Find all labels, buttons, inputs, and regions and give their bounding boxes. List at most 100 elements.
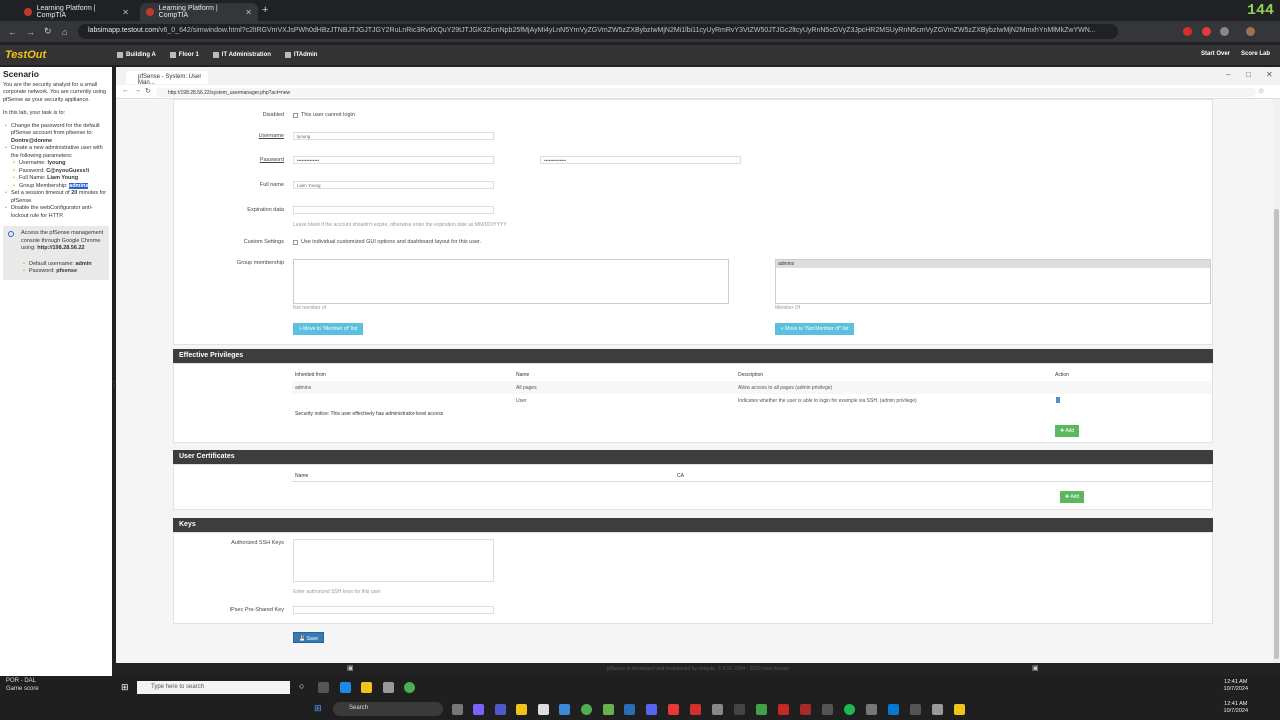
discord-icon[interactable] [646,704,657,715]
toolbar-computer[interactable]: ITAdmin [284,52,317,58]
custom-settings-checkbox[interactable] [293,240,298,245]
browser-tab-active[interactable]: Learning Platform | CompTIA ✕ [140,3,258,21]
password-input[interactable]: •••••••••••••• [293,156,494,164]
scrollbar-thumb[interactable] [1274,209,1279,659]
close-window-icon[interactable]: ✕ [1266,70,1273,79]
app-icon[interactable] [603,704,614,715]
ipsec-input[interactable] [293,606,494,614]
app-icon[interactable] [473,704,484,715]
back-icon[interactable]: ← [8,27,18,37]
close-tab-icon[interactable]: ✕ [122,8,129,17]
inner-forward-icon[interactable]: → [134,87,141,94]
ssh-keys-textarea[interactable] [293,539,494,582]
task-item: Create a new administrative user with th… [3,145,109,190]
keys-panel: Authorized SSH Keys Enter authorized SSH… [173,532,1213,624]
maximize-icon[interactable]: □ [1246,70,1251,79]
inner-title-bar: pfSense - System: User Man... – □ ✕ [116,67,1280,86]
app-icon[interactable] [954,704,965,715]
scrollbar[interactable] [1273,99,1280,663]
forward-icon[interactable]: → [26,27,36,37]
expiration-input[interactable] [293,206,494,214]
chrome-icon[interactable] [404,682,415,693]
priv-from: admins [295,385,312,391]
teams-icon[interactable] [495,704,506,715]
delete-privilege-icon[interactable] [1056,397,1060,403]
extensions-icon[interactable] [1220,27,1229,36]
app-icon[interactable] [538,704,549,715]
url-input[interactable]: labsimapp.testout.com/v6_0_642/simwindow… [78,24,1118,39]
toolbar-building[interactable]: Building A [117,52,156,58]
save-button[interactable]: 💾 Save [293,632,325,643]
edge-icon[interactable] [340,682,351,693]
close-tab-icon[interactable]: ✕ [245,8,252,17]
footer-left-icon[interactable]: ▣ [347,664,354,672]
system-clock-top[interactable]: 12:41 AM 10/7/2024 [1224,679,1248,693]
spotify-icon[interactable] [844,704,855,715]
inner-reload-icon[interactable]: ↻ [145,87,151,95]
record-icon[interactable] [1202,27,1211,36]
file-explorer-icon[interactable] [516,704,527,715]
file-explorer-icon[interactable] [361,682,372,693]
col-cert-ca: CA [677,473,684,479]
score-lab-button[interactable]: Score Lab [1241,51,1270,57]
comptia-favicon-icon [146,8,154,16]
xbox-icon[interactable] [756,704,767,715]
minimize-icon[interactable]: – [1226,70,1230,79]
profile-avatar[interactable] [1246,27,1255,36]
inner-url-input[interactable]: http://198.28.56.22/system_usermanager.p… [156,88,1256,97]
app-icon[interactable] [712,704,723,715]
toolbar-room[interactable]: IT Administration [212,52,271,58]
windows11-start-icon[interactable]: ⊞ [314,703,322,714]
toolbar-floor[interactable]: Floor 1 [169,52,199,58]
not-member-list[interactable] [293,259,729,304]
disabled-checkbox[interactable] [293,113,298,118]
app-icon[interactable] [624,704,635,715]
app-icon[interactable] [668,704,679,715]
start-over-button[interactable]: Start Over [1201,51,1230,57]
app-icon[interactable] [690,704,701,715]
new-tab-icon[interactable]: + [262,4,268,16]
app-icon[interactable] [734,704,745,715]
fullname-input[interactable]: Liam Young [293,181,494,189]
username-input[interactable]: lyoung [293,132,494,140]
app-icon[interactable] [866,704,877,715]
chrome-icon[interactable] [581,704,592,715]
footer-right-icon[interactable]: ▣ [1032,664,1039,672]
custom-settings-text: Use individual customized GUI options an… [301,239,482,245]
app-icon[interactable] [452,704,463,715]
app-icon[interactable] [910,704,921,715]
add-privilege-label: Add [1065,428,1075,434]
move-to-member-button[interactable]: » Move to "Member of" list [293,323,364,335]
reload-icon[interactable]: ↻ [44,26,54,37]
bookmark-star-icon[interactable]: ☆ [1258,87,1264,95]
app-icon[interactable] [822,704,833,715]
extension-icon[interactable] [1183,27,1192,36]
windows-start-icon[interactable]: ⊞ [121,682,129,693]
col-cert-name: Name [295,473,309,479]
browser-tab[interactable]: Learning Platform | CompTIA ✕ [18,3,135,21]
app-icon[interactable] [800,704,811,715]
taskbar-search-input[interactable]: Type here to search [137,681,290,694]
member-caption: Member Of [775,305,801,311]
store-icon[interactable] [383,682,394,693]
inner-tab[interactable]: pfSense - System: User Man... [126,71,208,86]
system-clock-bottom[interactable]: 12:41 AM 10/7/2024 [1224,701,1248,715]
inner-back-icon[interactable]: ← [122,87,129,94]
computer-icon [284,52,291,58]
taskbar-search-box[interactable]: Search [333,702,443,716]
member-item[interactable]: admins [776,260,1210,268]
move-to-not-member-button[interactable]: « Move to "Not Member of" list [775,323,855,335]
cortana-icon[interactable]: ○ [299,681,304,691]
vscode-icon[interactable] [888,704,899,715]
add-certificate-button[interactable]: ✚ Add [1060,491,1085,503]
app-icon[interactable] [559,704,570,715]
task-view-icon[interactable] [318,682,329,693]
home-icon[interactable]: ⌂ [62,27,72,37]
privileges-panel: Inherited from Name Description Action a… [173,363,1213,443]
add-privilege-button[interactable]: ✚ Add [1055,425,1080,437]
app-icon[interactable] [778,704,789,715]
info-url: http://198.28.56.22 [37,245,85,251]
password-confirm-input[interactable]: •••••••••••••• [540,156,741,164]
app-icon[interactable] [932,704,943,715]
member-of-list[interactable]: admins [775,259,1211,304]
